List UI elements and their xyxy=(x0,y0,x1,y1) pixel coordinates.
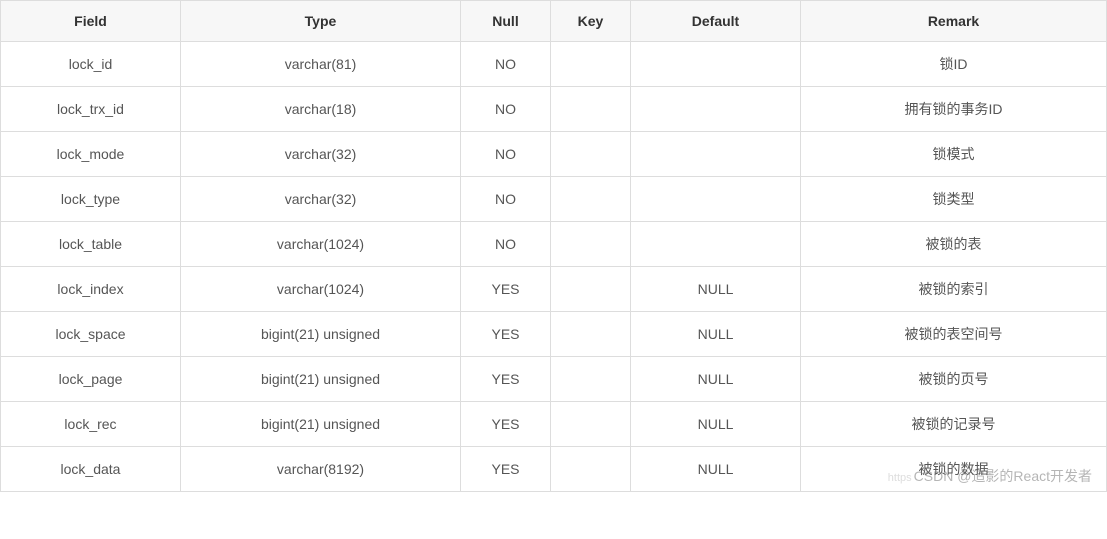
cell-key xyxy=(551,357,631,402)
table-body: lock_id varchar(81) NO 锁ID lock_trx_id v… xyxy=(1,42,1107,492)
cell-field: lock_space xyxy=(1,312,181,357)
table-header-row: Field Type Null Key Default Remark xyxy=(1,1,1107,42)
cell-default: NULL xyxy=(631,267,801,312)
table-row: lock_page bigint(21) unsigned YES NULL 被… xyxy=(1,357,1107,402)
header-field: Field xyxy=(1,1,181,42)
cell-key xyxy=(551,222,631,267)
cell-remark: 锁ID xyxy=(801,42,1107,87)
table-row: lock_mode varchar(32) NO 锁模式 xyxy=(1,132,1107,177)
cell-null: YES xyxy=(461,357,551,402)
cell-default xyxy=(631,177,801,222)
cell-default: NULL xyxy=(631,447,801,492)
cell-default xyxy=(631,42,801,87)
cell-type: varchar(1024) xyxy=(181,222,461,267)
cell-null: YES xyxy=(461,267,551,312)
cell-null: YES xyxy=(461,312,551,357)
table-row: lock_space bigint(21) unsigned YES NULL … xyxy=(1,312,1107,357)
cell-default xyxy=(631,132,801,177)
cell-default xyxy=(631,87,801,132)
cell-type: varchar(32) xyxy=(181,132,461,177)
cell-remark: 拥有锁的事务ID xyxy=(801,87,1107,132)
cell-key xyxy=(551,312,631,357)
cell-key xyxy=(551,132,631,177)
cell-remark: 被锁的表 xyxy=(801,222,1107,267)
header-type: Type xyxy=(181,1,461,42)
cell-field: lock_id xyxy=(1,42,181,87)
header-null: Null xyxy=(461,1,551,42)
cell-default: NULL xyxy=(631,312,801,357)
cell-field: lock_mode xyxy=(1,132,181,177)
cell-key xyxy=(551,42,631,87)
table-row: lock_data varchar(8192) YES NULL 被锁的数据 xyxy=(1,447,1107,492)
header-default: Default xyxy=(631,1,801,42)
header-remark: Remark xyxy=(801,1,1107,42)
cell-null: YES xyxy=(461,402,551,447)
cell-type: bigint(21) unsigned xyxy=(181,312,461,357)
schema-table: Field Type Null Key Default Remark lock_… xyxy=(0,0,1107,492)
cell-key xyxy=(551,447,631,492)
cell-field: lock_type xyxy=(1,177,181,222)
cell-field: lock_rec xyxy=(1,402,181,447)
cell-type: bigint(21) unsigned xyxy=(181,402,461,447)
cell-null: NO xyxy=(461,222,551,267)
table-row: lock_type varchar(32) NO 锁类型 xyxy=(1,177,1107,222)
table-row: lock_index varchar(1024) YES NULL 被锁的索引 xyxy=(1,267,1107,312)
cell-type: varchar(1024) xyxy=(181,267,461,312)
cell-key xyxy=(551,402,631,447)
cell-field: lock_index xyxy=(1,267,181,312)
cell-remark: 被锁的数据 xyxy=(801,447,1107,492)
cell-type: varchar(81) xyxy=(181,42,461,87)
cell-remark: 被锁的索引 xyxy=(801,267,1107,312)
cell-key xyxy=(551,177,631,222)
table-row: lock_table varchar(1024) NO 被锁的表 xyxy=(1,222,1107,267)
cell-default xyxy=(631,222,801,267)
cell-field: lock_trx_id xyxy=(1,87,181,132)
cell-remark: 被锁的表空间号 xyxy=(801,312,1107,357)
cell-key xyxy=(551,87,631,132)
cell-default: NULL xyxy=(631,357,801,402)
cell-null: NO xyxy=(461,132,551,177)
cell-null: NO xyxy=(461,42,551,87)
cell-key xyxy=(551,267,631,312)
cell-type: varchar(32) xyxy=(181,177,461,222)
cell-field: lock_page xyxy=(1,357,181,402)
cell-type: varchar(8192) xyxy=(181,447,461,492)
cell-remark: 被锁的记录号 xyxy=(801,402,1107,447)
table-row: lock_id varchar(81) NO 锁ID xyxy=(1,42,1107,87)
cell-remark: 锁模式 xyxy=(801,132,1107,177)
cell-type: bigint(21) unsigned xyxy=(181,357,461,402)
cell-null: NO xyxy=(461,177,551,222)
cell-field: lock_data xyxy=(1,447,181,492)
cell-null: NO xyxy=(461,87,551,132)
cell-remark: 被锁的页号 xyxy=(801,357,1107,402)
table-row: lock_rec bigint(21) unsigned YES NULL 被锁… xyxy=(1,402,1107,447)
cell-default: NULL xyxy=(631,402,801,447)
header-key: Key xyxy=(551,1,631,42)
cell-null: YES xyxy=(461,447,551,492)
table-row: lock_trx_id varchar(18) NO 拥有锁的事务ID xyxy=(1,87,1107,132)
cell-field: lock_table xyxy=(1,222,181,267)
cell-type: varchar(18) xyxy=(181,87,461,132)
cell-remark: 锁类型 xyxy=(801,177,1107,222)
